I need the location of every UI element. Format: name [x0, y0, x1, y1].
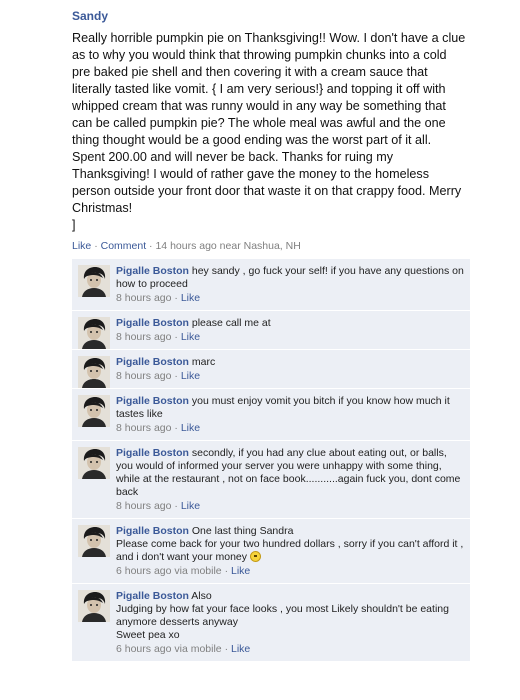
comment-item: Pigalle Boston marc 8 hours ago · Like: [72, 350, 470, 389]
comment-like-link[interactable]: Like: [181, 422, 200, 434]
comment-meta: 8 hours ago · Like: [116, 500, 464, 513]
comment-like-link[interactable]: Like: [181, 292, 200, 304]
comment-like-link[interactable]: Like: [181, 370, 200, 382]
meta-separator: ·: [149, 240, 153, 252]
meta-separator: ·: [94, 240, 98, 252]
meta-separator: ·: [174, 370, 178, 382]
comment-meta: 8 hours ago · Like: [116, 422, 464, 435]
comment-item: Pigalle Boston please call me at 8 hours…: [72, 311, 470, 350]
comment-item: Pigalle Boston you must enjoy vomit you …: [72, 389, 470, 441]
avatar-portrait-icon: [78, 525, 110, 557]
comment-item: Pigalle Boston secondly, if you had any …: [72, 441, 470, 519]
avatar[interactable]: [78, 447, 110, 479]
post-like-link[interactable]: Like: [72, 240, 91, 252]
comment-time: 8 hours ago: [116, 422, 172, 434]
comment-author[interactable]: Pigalle Boston: [116, 317, 189, 329]
avatar[interactable]: [78, 395, 110, 427]
comment-item: Pigalle Boston Also Judging by how fat y…: [72, 584, 470, 662]
comment-meta: 8 hours ago · Like: [116, 331, 464, 344]
comment-item: Pigalle Boston hey sandy , go fuck your …: [72, 259, 470, 311]
comment-time: 6 hours ago via mobile: [116, 643, 222, 655]
meta-separator: ·: [224, 643, 229, 655]
comment-like-link[interactable]: Like: [231, 643, 250, 655]
comment-like-link[interactable]: Like: [231, 565, 250, 577]
comment-meta: 6 hours ago via mobile · Like: [116, 565, 464, 578]
comment-meta: 8 hours ago · Like: [116, 292, 464, 305]
comment-time: 8 hours ago: [116, 331, 172, 343]
comment-like-link[interactable]: Like: [181, 500, 200, 512]
comment-like-link[interactable]: Like: [181, 331, 200, 343]
avatar-portrait-icon: [78, 395, 110, 427]
comment-time: 6 hours ago via mobile: [116, 565, 222, 577]
comment-time: 8 hours ago: [116, 500, 172, 512]
comment-item: Pigalle Boston One last thing Sandra Ple…: [72, 519, 470, 584]
avatar-portrait-icon: [78, 265, 110, 297]
avatar-portrait-icon: [78, 590, 110, 622]
meta-separator: ·: [174, 422, 178, 434]
post-author-name[interactable]: Sandy: [72, 8, 520, 24]
meta-separator: ·: [174, 331, 178, 343]
meta-separator: ·: [174, 292, 178, 304]
meta-separator: ·: [224, 565, 229, 577]
avatar[interactable]: [78, 590, 110, 622]
wall-post: Sandy Really horrible pumpkin pie on Tha…: [0, 0, 520, 662]
avatar-portrait-icon: [78, 317, 110, 349]
avatar-portrait-icon: [78, 447, 110, 479]
post-timestamp: 14 hours ago near Nashua, NH: [155, 240, 301, 252]
comment-author[interactable]: Pigalle Boston: [116, 590, 189, 602]
comment-time: 8 hours ago: [116, 370, 172, 382]
comment-author[interactable]: Pigalle Boston: [116, 395, 189, 407]
comment-meta: 6 hours ago via mobile · Like: [116, 643, 464, 656]
post-meta: Like · Comment · 14 hours ago near Nashu…: [72, 239, 520, 253]
comment-text: please call me at: [191, 317, 271, 329]
meta-separator: ·: [174, 500, 178, 512]
post-message: Really horrible pumpkin pie on Thanksgiv…: [72, 31, 466, 232]
comment-author[interactable]: Pigalle Boston: [116, 447, 189, 459]
comment-author[interactable]: Pigalle Boston: [116, 525, 189, 537]
comments-list: Pigalle Boston hey sandy , go fuck your …: [72, 259, 470, 662]
comment-time: 8 hours ago: [116, 292, 172, 304]
smiley-icon: [249, 551, 261, 562]
post-comment-link[interactable]: Comment: [101, 240, 147, 252]
avatar[interactable]: [78, 317, 110, 349]
comment-meta: 8 hours ago · Like: [116, 370, 464, 383]
comment-author[interactable]: Pigalle Boston: [116, 356, 189, 368]
avatar[interactable]: [78, 525, 110, 557]
avatar[interactable]: [78, 265, 110, 297]
comment-text: marc: [191, 356, 216, 368]
avatar-portrait-icon: [78, 356, 110, 388]
comment-author[interactable]: Pigalle Boston: [116, 265, 189, 277]
avatar[interactable]: [78, 356, 110, 388]
